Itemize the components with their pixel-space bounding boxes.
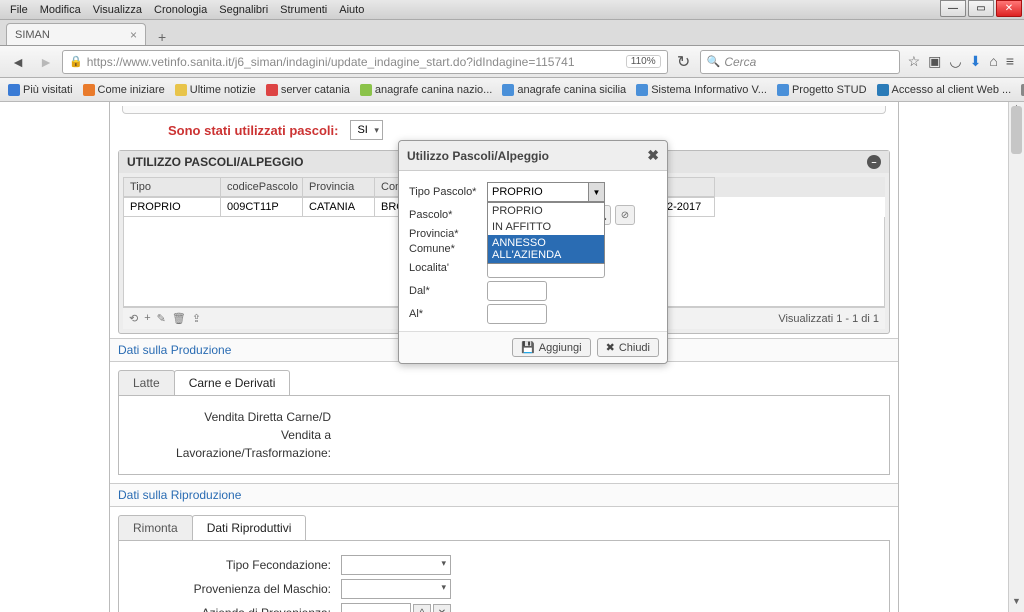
reload-button[interactable]: ↻ [677, 52, 690, 72]
lookup-button[interactable]: ^ [413, 604, 431, 612]
select-tipo-pascolo[interactable]: PROPRIO▼ [487, 182, 605, 202]
grid-export-icon[interactable]: ⇪ [192, 312, 201, 325]
url-bar[interactable]: 🔒 https://www.vetinfo.sanita.it/j6_siman… [62, 50, 668, 74]
produzione-tabs: Latte Carne e Derivati [118, 370, 890, 395]
back-button[interactable]: ◄ [6, 50, 30, 74]
produzione-tab-content: Vendita Diretta Carne/D Vendita a Lavora… [118, 395, 890, 475]
bookmark-item[interactable]: anagrafe canina nazio... [360, 84, 492, 96]
select-provenienza-maschio[interactable] [341, 579, 451, 599]
grid-edit-icon[interactable]: ✎ [157, 312, 166, 325]
dropdown-option[interactable]: PROPRIO [488, 203, 604, 219]
riproduzione-tab-content: Tipo Fecondazione: Provenienza del Masch… [118, 540, 890, 612]
bookmark-item[interactable]: anagrafe canina sicilia [502, 84, 626, 96]
label-provenienza-maschio: Provenienza del Maschio: [131, 582, 341, 596]
modal-close-icon[interactable]: ✖ [647, 147, 659, 164]
browser-tab[interactable]: SIMAN × [6, 23, 146, 45]
panel-title: UTILIZZO PASCOLI/ALPEGGIO [127, 155, 303, 169]
lock-icon: 🔒 [69, 55, 83, 68]
bookmark-item[interactable]: Ultime notizie [175, 84, 256, 96]
bookmark-star-icon[interactable]: ☆ [908, 53, 921, 70]
tab-title: SIMAN [15, 29, 50, 41]
label-provincia: Provincia* [409, 228, 487, 240]
pascoli-select[interactable]: SI [350, 120, 382, 140]
menu-help[interactable]: Aiuto [333, 4, 370, 16]
label-comune: Comune* [409, 243, 487, 255]
downloads-icon[interactable]: ⬇ [970, 53, 982, 70]
grid-delete-icon[interactable]: 🗑 [172, 312, 186, 325]
menu-file[interactable]: File [4, 4, 34, 16]
menu-edit[interactable]: Modifica [34, 4, 87, 16]
tab-carne[interactable]: Carne e Derivati [174, 370, 291, 395]
grid-pager-text: Visualizzati 1 - 1 di 1 [778, 313, 879, 325]
bookmarks-toolbar: Più visitati Come iniziare Ultime notizi… [0, 78, 1024, 102]
tab-dati-riproduttivi[interactable]: Dati Riproduttivi [192, 515, 307, 540]
label-tipo-pascolo: Tipo Pascolo* [409, 186, 487, 198]
close-icon: ✖ [606, 341, 615, 354]
modal-utilizzo-pascoli: Utilizzo Pascoli/Alpeggio ✖ Tipo Pascolo… [398, 140, 668, 364]
chiudi-button[interactable]: ✖Chiudi [597, 338, 659, 357]
label-pascolo: Pascolo* [409, 209, 487, 221]
bookmark-item[interactable]: Come iniziare [83, 84, 165, 96]
dropdown-option[interactable]: IN AFFITTO [488, 219, 604, 235]
scroll-down-arrow[interactable]: ▼ [1009, 596, 1024, 612]
menu-history[interactable]: Cronologia [148, 4, 213, 16]
forward-button[interactable]: ► [34, 50, 58, 74]
select-tipo-fecondazione[interactable] [341, 555, 451, 575]
riproduzione-tabs: Rimonta Dati Riproduttivi [118, 515, 890, 540]
tab-latte[interactable]: Latte [118, 370, 175, 395]
clear-button[interactable]: ✕ [433, 604, 451, 612]
scroll-thumb[interactable] [1011, 106, 1022, 154]
pascoli-question-label: Sono stati utilizzati pascoli: [168, 123, 338, 138]
modal-title: Utilizzo Pascoli/Alpeggio [407, 149, 549, 163]
input-dal[interactable] [487, 281, 547, 301]
grid-refresh-icon[interactable]: ⟲ [129, 312, 138, 325]
zoom-indicator[interactable]: 110% [626, 55, 661, 68]
search-placeholder: Cerca [724, 55, 756, 69]
label-dal: Dal* [409, 285, 487, 297]
search-icon: 🔍 [707, 55, 721, 68]
bookmark-item[interactable]: Progetto STUD [777, 84, 867, 96]
vertical-scrollbar[interactable]: ▲ ▼ [1008, 102, 1024, 612]
label-azienda-provenienza: Azienda di Provenienza: [131, 606, 341, 612]
pocket-icon[interactable]: ◡ [949, 53, 961, 70]
home-icon[interactable]: ⌂ [989, 53, 997, 70]
hamburger-icon[interactable]: ≡ [1006, 53, 1014, 70]
menu-bookmarks[interactable]: Segnalibri [213, 4, 274, 16]
dropdown-options: PROPRIO IN AFFITTO ANNESSO ALL'AZIENDA [487, 202, 605, 264]
input-al[interactable] [487, 304, 547, 324]
tab-rimonta[interactable]: Rimonta [118, 515, 193, 540]
url-text: https://www.vetinfo.sanita.it/j6_siman/i… [87, 55, 622, 69]
clear-icon[interactable]: ⊘ [615, 205, 635, 225]
label-tipo-fecondazione: Tipo Fecondazione: [131, 558, 341, 572]
browser-navbar: ◄ ► 🔒 https://www.vetinfo.sanita.it/j6_s… [0, 46, 1024, 78]
window-minimize-button[interactable]: — [940, 0, 966, 17]
os-menubar: File Modifica Visualizza Cronologia Segn… [0, 0, 1024, 20]
label-al: Al* [409, 308, 487, 320]
section-riproduzione-title: Dati sulla Riproduzione [110, 483, 898, 507]
menu-tools[interactable]: Strumenti [274, 4, 333, 16]
tab-close-icon[interactable]: × [122, 28, 137, 42]
label-vendita-diretta: Vendita Diretta Carne/D [131, 410, 341, 424]
label-vendita-a: Vendita a [131, 428, 341, 442]
label-lavorazione: Lavorazione/Trasformazione: [131, 446, 341, 460]
panel-collapse-icon[interactable]: – [867, 155, 881, 169]
bookmark-item[interactable]: Accesso al client Web ... [877, 84, 1012, 96]
window-maximize-button[interactable]: ▭ [968, 0, 994, 17]
search-box[interactable]: 🔍 Cerca [700, 50, 900, 74]
new-tab-button[interactable]: + [152, 29, 172, 45]
aggiungi-button[interactable]: 💾Aggiungi [512, 338, 591, 357]
chevron-down-icon: ▼ [588, 183, 604, 201]
save-icon: 💾 [521, 341, 535, 354]
grid-add-icon[interactable]: + [144, 312, 150, 325]
browser-tab-strip: SIMAN × + [0, 20, 1024, 46]
input-azienda-provenienza[interactable] [341, 603, 411, 612]
library-icon[interactable]: ▣ [928, 53, 941, 70]
label-localita: Localita' [409, 262, 487, 274]
dropdown-option[interactable]: ANNESSO ALL'AZIENDA [488, 235, 604, 263]
bookmark-item[interactable]: Sistema Informativo V... [636, 84, 767, 96]
menu-view[interactable]: Visualizza [87, 4, 148, 16]
window-close-button[interactable]: ✕ [996, 0, 1022, 17]
bookmark-item[interactable]: Più visitati [8, 84, 73, 96]
bookmark-item[interactable]: server catania [266, 84, 350, 96]
